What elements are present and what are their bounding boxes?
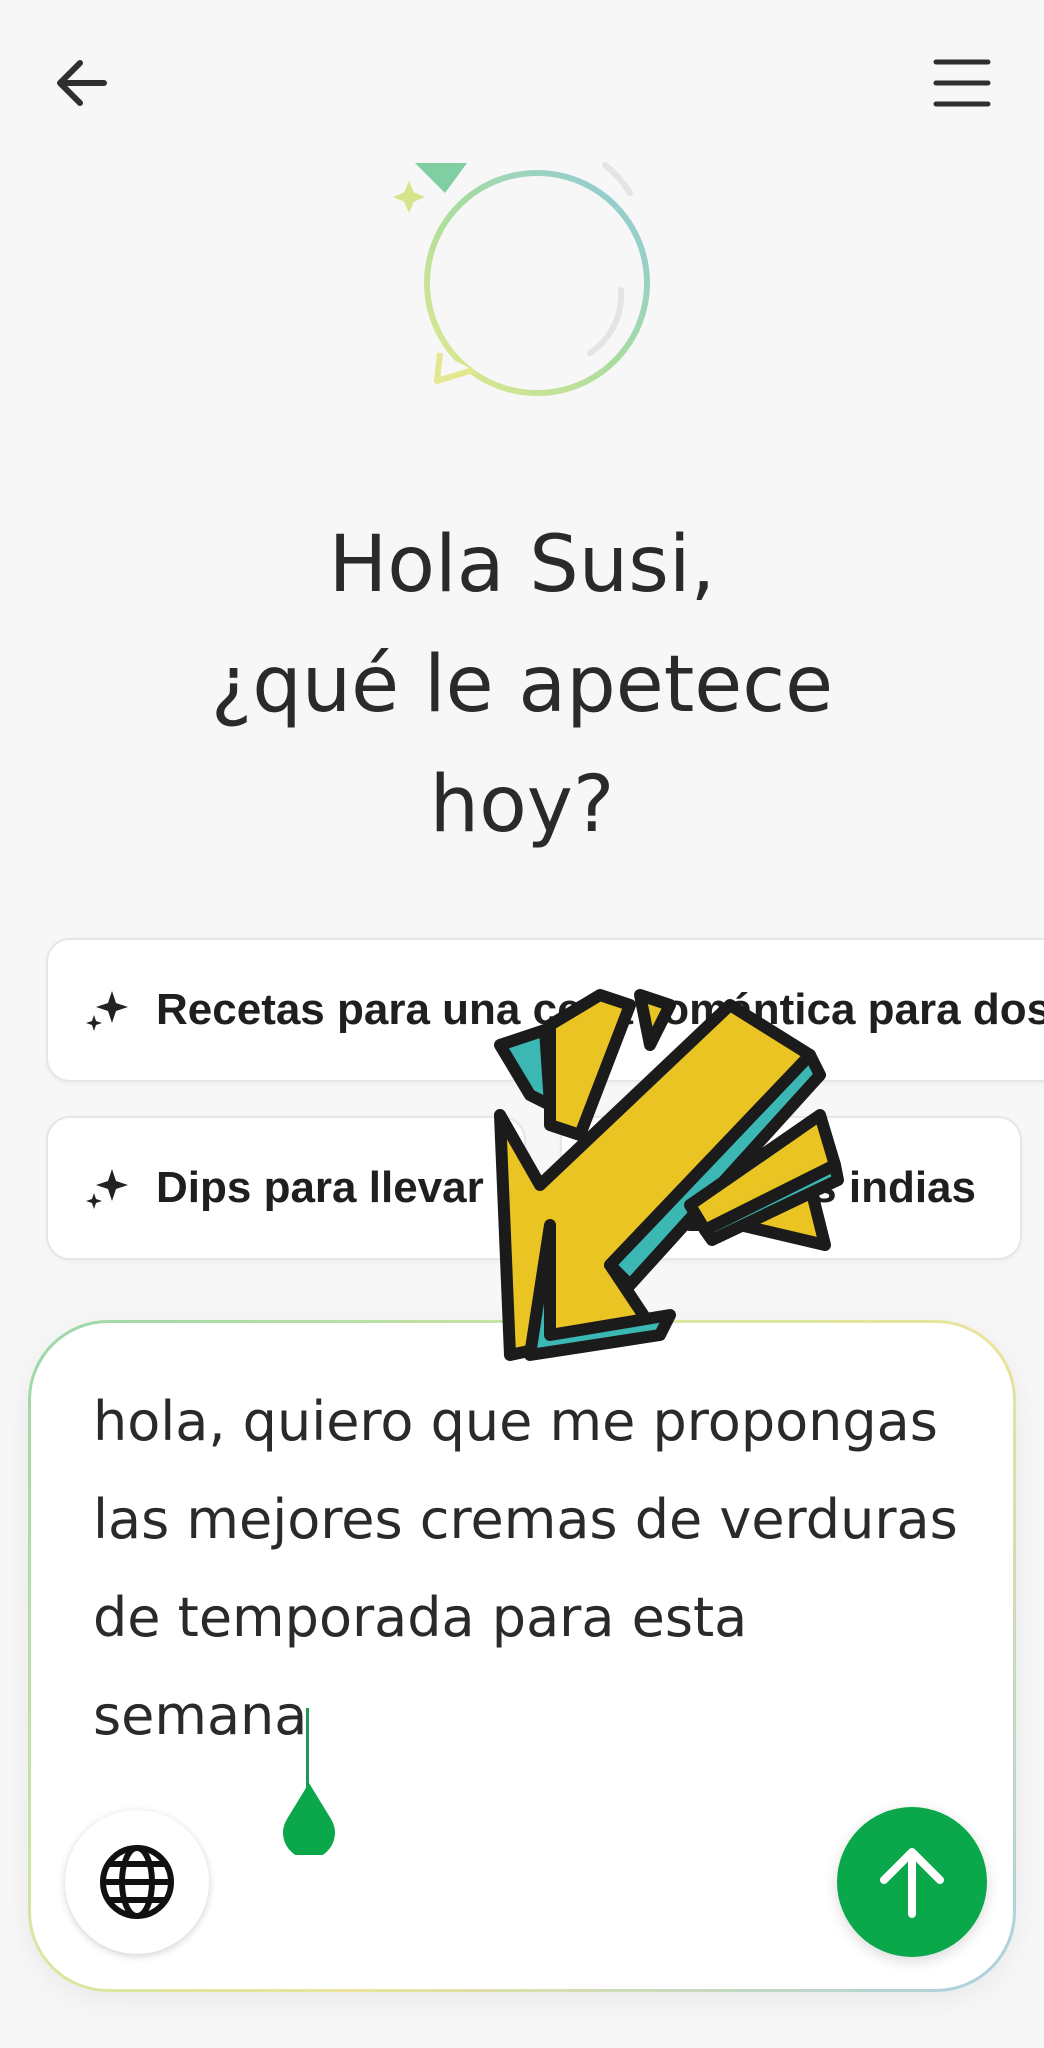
sparkle-icon: [86, 991, 128, 1031]
sparkle-icon: [597, 1169, 640, 1209]
message-line: semana: [93, 1684, 308, 1747]
message-line: las mejores cremas de verduras: [93, 1488, 958, 1551]
message-input[interactable]: hola, quiero que me propongas las mejore…: [93, 1373, 973, 1765]
suggestion-label: Recetas indias: [667, 1163, 976, 1212]
composer-body: hola, quiero que me propongas las mejore…: [31, 1323, 1013, 1989]
greeting-line-3: hoy?: [429, 760, 615, 850]
greeting-line-1: Hola Susi,: [328, 520, 716, 610]
caret-handle[interactable]: [279, 1783, 339, 1855]
suggestion-label: Recetas para una cena romántica para dos: [156, 985, 1044, 1034]
suggestion-label: Dips para llevar: [156, 1163, 484, 1212]
text-caret: [306, 1708, 309, 1788]
back-button[interactable]: [48, 48, 118, 118]
suggestion-chip-indian-recipes[interactable]: Recetas indias: [560, 1116, 1022, 1260]
message-line: de temporada para esta: [93, 1586, 748, 1649]
top-bar: [0, 0, 1044, 170]
hamburger-menu-icon: [933, 59, 991, 107]
send-button[interactable]: [837, 1807, 987, 1957]
greeting-heading: Hola Susi, ¿qué le apetece hoy?: [120, 505, 924, 865]
globe-icon: [100, 1845, 174, 1919]
greeting-line-2: ¿qué le apetece: [210, 640, 834, 730]
arrow-left-icon: [57, 60, 107, 106]
suggestion-chip-dips[interactable]: Dips para llevar: [46, 1116, 526, 1260]
language-button[interactable]: [65, 1810, 209, 1954]
chat-bubble-sparkle-icon: [393, 162, 650, 396]
menu-button[interactable]: [926, 48, 996, 118]
sparkle-icon: [86, 1169, 128, 1209]
message-composer: hola, quiero que me propongas las mejore…: [28, 1320, 1016, 1992]
arrow-up-icon: [880, 1848, 944, 1918]
suggestion-chip-romantic-dinner[interactable]: Recetas para una cena romántica para dos: [46, 938, 1044, 1082]
message-line: hola, quiero que me propongas: [93, 1390, 938, 1453]
